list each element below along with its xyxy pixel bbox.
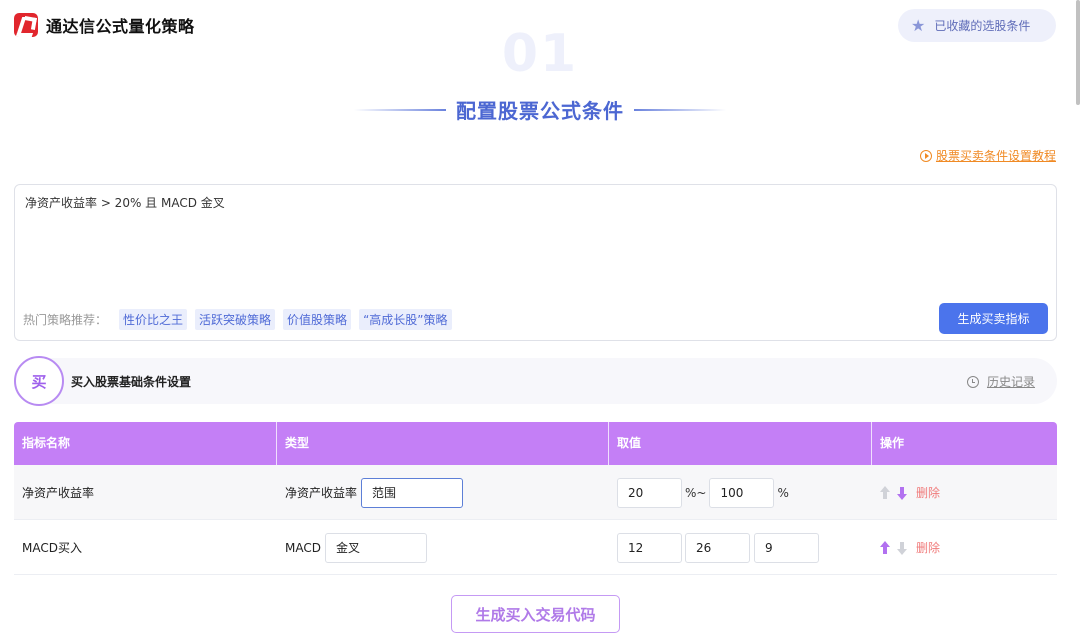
condition-text[interactable]: 净资产收益率 > 20% 且 MACD 金叉 — [25, 194, 225, 211]
move-down-icon[interactable] — [897, 541, 907, 555]
title-divider-left — [354, 108, 446, 111]
row-actions: 删除 — [880, 465, 940, 520]
strategy-chip[interactable]: 活跃突破策略 — [195, 309, 276, 330]
param-input[interactable]: 9 — [754, 532, 819, 563]
row-type-label: MACD — [285, 540, 321, 555]
row-type-label: 净资产收益率 — [285, 486, 358, 500]
table-row: 净资产收益率 净资产收益率 范围 20 %~ 100 % 删除 — [14, 465, 1057, 520]
min-value-input[interactable]: 20 — [617, 477, 682, 508]
table-row: MACD买入 MACD 金叉 12 26 9 删除 — [14, 520, 1057, 575]
column-header-actions: 操作 — [871, 422, 904, 465]
type-select[interactable]: 金叉 — [324, 532, 427, 563]
delete-button[interactable]: 删除 — [916, 484, 940, 501]
tutorial-link[interactable]: 股票买卖条件设置教程 — [919, 147, 1056, 164]
buy-badge: 买 — [14, 356, 64, 406]
delete-button[interactable]: 删除 — [916, 539, 940, 556]
tutorial-link-label: 股票买卖条件设置教程 — [935, 149, 1056, 163]
strategy-chip[interactable]: 价值股策略 — [283, 309, 352, 330]
strategy-chip[interactable]: “高成长股”策略 — [359, 309, 452, 330]
row-indicator-name: 净资产收益率 — [22, 486, 95, 500]
unit-label: % — [777, 485, 789, 500]
row-indicator-name: MACD买入 — [22, 541, 82, 555]
param-input[interactable]: 12 — [617, 532, 682, 563]
hot-strategies-label: 热门策略推荐： — [23, 313, 108, 327]
buy-section-title: 买入股票基础条件设置 — [71, 375, 192, 389]
scrollbar[interactable] — [1074, 0, 1080, 639]
hot-strategies: 热门策略推荐： 性价比之王 活跃突破策略 价值股策略 “高成长股”策略 — [23, 309, 460, 330]
row-actions: 删除 — [880, 520, 940, 575]
play-circle-icon — [919, 149, 932, 162]
move-up-icon[interactable] — [880, 540, 890, 555]
column-header-value: 取值 — [608, 422, 641, 465]
move-up-icon[interactable] — [880, 485, 890, 500]
unit-label: %~ — [685, 485, 707, 500]
row-type-cell: MACD 金叉 — [285, 520, 427, 575]
row-value-cell: 20 %~ 100 % — [617, 465, 792, 520]
row-value-cell: 12 26 9 — [617, 520, 819, 575]
condition-textarea[interactable]: 净资产收益率 > 20% 且 MACD 金叉 热门策略推荐： 性价比之王 活跃突… — [14, 184, 1057, 341]
column-header-name: 指标名称 — [22, 436, 71, 450]
history-link[interactable]: 历史记录 — [966, 373, 1035, 390]
move-down-icon[interactable] — [897, 486, 907, 500]
strategy-chip[interactable]: 性价比之王 — [119, 309, 188, 330]
section-heading: 配置股票公式条件 — [0, 95, 1080, 124]
conditions-table: 指标名称 类型 取值 操作 净资产收益率 净资产收益率 范围 20 %~ 100… — [14, 422, 1057, 575]
generate-signal-button[interactable]: 生成买卖指标 — [939, 303, 1048, 334]
section-title: 配置股票公式条件 — [456, 99, 624, 123]
row-type-cell: 净资产收益率 范围 — [285, 465, 464, 520]
column-header-type: 类型 — [276, 422, 309, 465]
step-number: 01 — [501, 24, 579, 84]
param-input[interactable]: 26 — [685, 532, 750, 563]
max-value-input[interactable]: 100 — [709, 477, 775, 508]
table-header: 指标名称 类型 取值 操作 — [14, 422, 1057, 465]
type-select[interactable]: 范围 — [361, 477, 464, 508]
history-label: 历史记录 — [986, 375, 1035, 389]
title-divider-right — [634, 108, 726, 111]
scrollbar-thumb[interactable] — [1076, 0, 1080, 105]
buy-section-header: 买 买入股票基础条件设置 历史记录 — [14, 356, 1057, 406]
clock-icon — [966, 375, 979, 388]
generate-code-button[interactable]: 生成买入交易代码 — [451, 595, 620, 633]
